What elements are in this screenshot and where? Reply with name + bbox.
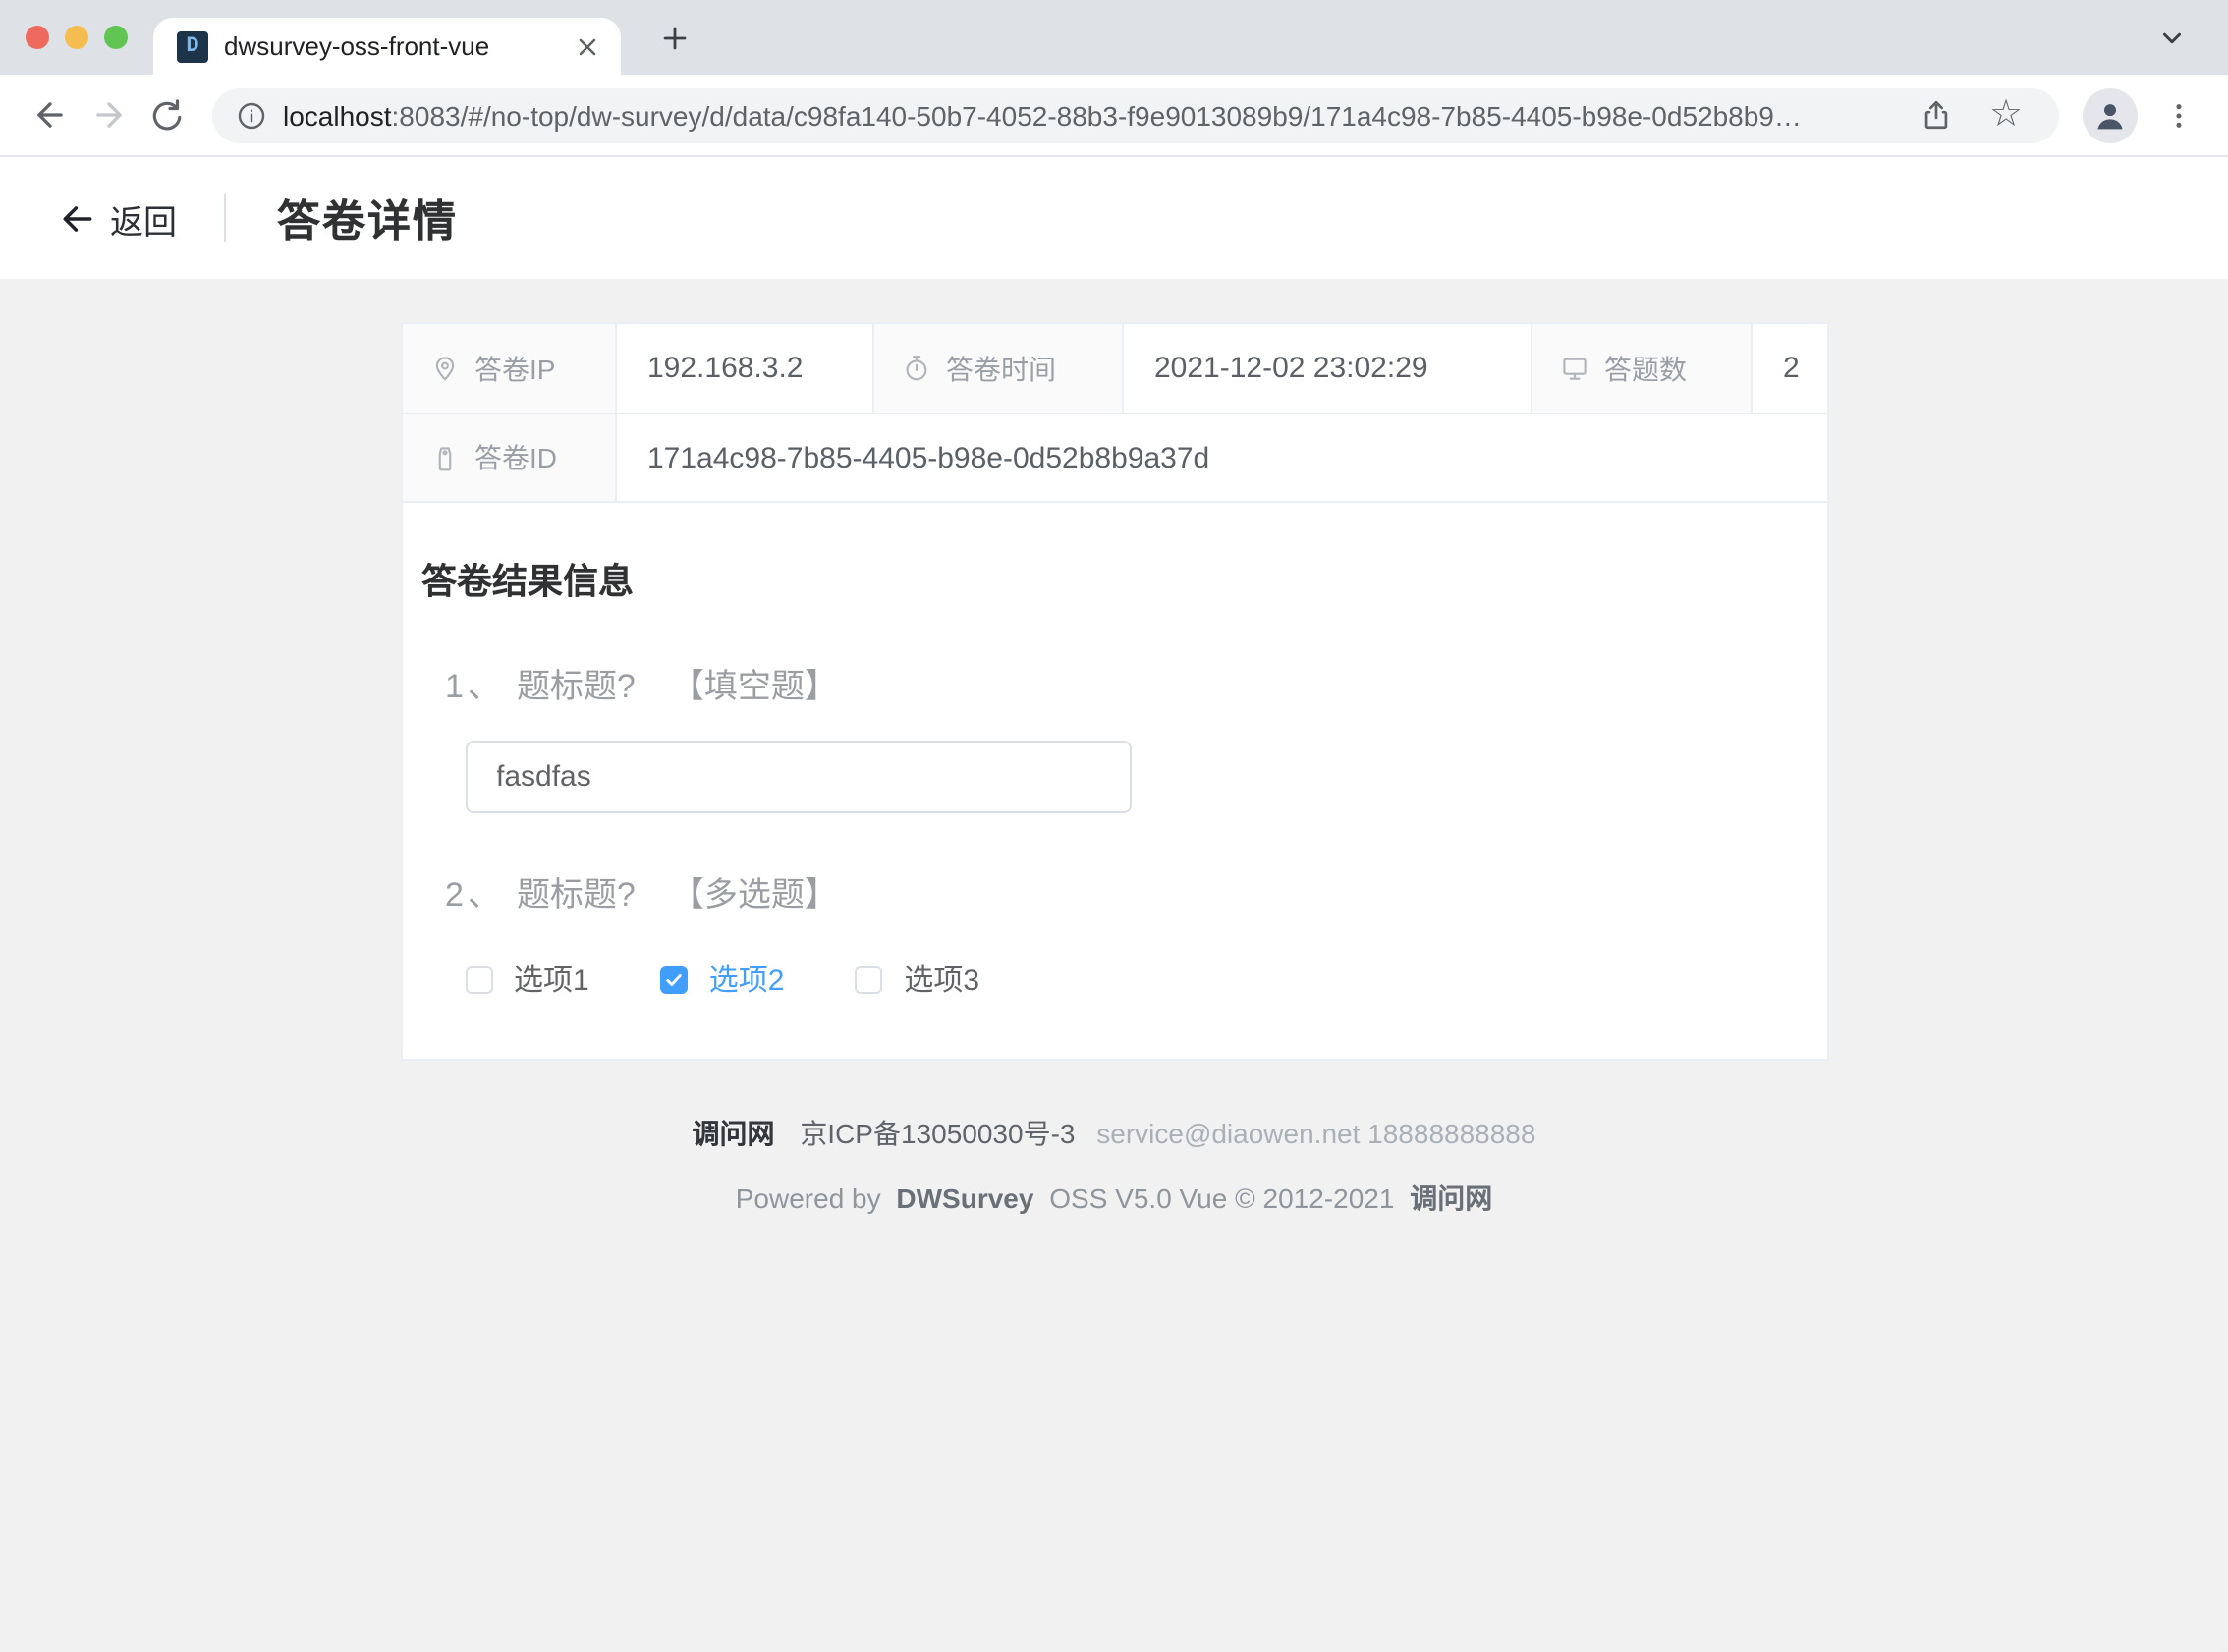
reload-icon[interactable]: [138, 85, 196, 144]
footer-legal-line: 调问网 京ICP备13050030号-3 service@diaowen.net…: [0, 1114, 2228, 1153]
page: 返回 答卷详情 答卷IP 192.168.3.2: [0, 157, 2228, 1652]
close-window-button[interactable]: [26, 26, 49, 49]
question-type-badge: 【填空题】: [671, 658, 838, 707]
page-title: 答卷详情: [277, 187, 458, 249]
option-label: 选项2: [709, 959, 785, 1000]
browser-toolbar: localhost:8083/#/no-top/dw-survey/d/data…: [0, 75, 2228, 157]
page-header: 返回 答卷详情: [0, 157, 2228, 279]
footer-site-link[interactable]: 调问网: [1410, 1183, 1492, 1214]
address-bar[interactable]: localhost:8083/#/no-top/dw-survey/d/data…: [212, 87, 2059, 142]
checkbox-option-group: 选项1 选项2 选项3: [465, 959, 1810, 1000]
ip-label-cell: 答卷IP: [402, 324, 616, 413]
back-button-label: 返回: [110, 193, 177, 243]
ip-label: 答卷IP: [474, 349, 555, 388]
time-value-cell: 2021-12-02 23:02:29: [1123, 324, 1532, 413]
time-label-cell: 答卷时间: [873, 324, 1123, 413]
footer-powered-line: Powered by DWSurvey OSS V5.0 Vue © 2012-…: [0, 1179, 2228, 1218]
question-number: 2、: [445, 866, 505, 915]
checkbox-option-3[interactable]: 选项3: [855, 959, 979, 1000]
forward-icon[interactable]: [79, 85, 138, 144]
answer-info-table: 答卷IP 192.168.3.2 答卷时间 2021-12-02 23:02:2…: [400, 322, 1828, 503]
count-label-cell: 答题数: [1532, 324, 1752, 413]
ip-value: 192.168.3.2: [647, 352, 804, 385]
footer-icp: 京ICP备13050030号-3: [800, 1118, 1075, 1149]
table-row: 答卷IP 192.168.3.2 答卷时间 2021-12-02 23:02:2…: [402, 324, 1826, 413]
tab-strip: D dwsurvey-oss-front-vue: [0, 0, 2228, 75]
answer-result-card: 答卷结果信息 1、 题标题? 【填空题】 2、 题标题? 【多选题】: [400, 503, 1828, 1061]
checkbox-unchecked-icon: [465, 965, 492, 993]
monitor-icon: [1559, 354, 1588, 383]
window-controls: [0, 0, 153, 75]
url-text: localhost:8083/#/no-top/dw-survey/d/data…: [283, 99, 1906, 131]
count-value-cell: 2: [1752, 324, 1826, 413]
question-2-header: 2、 题标题? 【多选题】: [445, 866, 1810, 915]
result-section-title: 答卷结果信息: [421, 554, 1810, 605]
checkbox-unchecked-icon: [855, 965, 882, 993]
profile-avatar[interactable]: [2083, 87, 2138, 142]
time-label: 答卷时间: [946, 349, 1056, 388]
footer-contact: service@diaowen.net 18888888888: [1096, 1118, 1535, 1149]
new-tab-button[interactable]: [641, 0, 707, 75]
bookmark-star-icon[interactable]: ☆: [1977, 85, 2035, 144]
page-footer: 调问网 京ICP备13050030号-3 service@diaowen.net…: [0, 1114, 2228, 1218]
question-type-badge: 【多选题】: [671, 866, 838, 915]
browser-window: D dwsurvey-oss-front-vue: [0, 0, 2228, 1652]
back-arrow-icon: [59, 199, 96, 237]
footer-dwsurvey-link[interactable]: DWSurvey: [896, 1183, 1033, 1214]
time-value: 2021-12-02 23:02:29: [1154, 352, 1428, 385]
question-1-header: 1、 题标题? 【填空题】: [445, 658, 1810, 707]
id-value-cell: 171a4c98-7b85-4405-b98e-0d52b8b9a37d: [616, 414, 1826, 501]
footer-powered-prefix: Powered by: [736, 1183, 881, 1214]
question-title: 题标题?: [517, 658, 636, 707]
url-host: localhost: [283, 99, 392, 131]
question-number: 1、: [445, 658, 505, 707]
tab-favicon: D: [177, 30, 208, 62]
back-button[interactable]: 返回: [59, 193, 177, 243]
tab-search-chevron-icon[interactable]: [2142, 0, 2200, 75]
option-label: 选项3: [904, 959, 979, 1000]
checkbox-option-2[interactable]: 选项2: [660, 959, 785, 1000]
tag-icon: [429, 443, 459, 472]
share-icon[interactable]: [1906, 85, 1965, 144]
minimize-window-button[interactable]: [65, 26, 88, 49]
id-label: 答卷ID: [474, 438, 557, 477]
option-label: 选项1: [514, 959, 589, 1000]
site-info-icon[interactable]: [236, 99, 267, 131]
count-value: 2: [1783, 352, 1800, 385]
browser-menu-kebab-icon[interactable]: [2149, 85, 2208, 144]
tab-close-icon[interactable]: [574, 32, 601, 60]
tab-title: dwsurvey-oss-front-vue: [224, 31, 574, 61]
header-divider: [224, 194, 226, 242]
maximize-window-button[interactable]: [104, 26, 128, 49]
content-area: 答卷IP 192.168.3.2 答卷时间 2021-12-02 23:02:2…: [0, 279, 2228, 1652]
checkbox-checked-icon: [660, 965, 688, 993]
location-pin-icon: [429, 354, 459, 383]
back-icon[interactable]: [20, 85, 79, 144]
fill-blank-answer-input[interactable]: [465, 741, 1131, 813]
url-path: :8083/#/no-top/dw-survey/d/data/c98fa140…: [392, 99, 1802, 131]
table-row: 答卷ID 171a4c98-7b85-4405-b98e-0d52b8b9a37…: [402, 413, 1826, 501]
id-label-cell: 答卷ID: [402, 414, 616, 501]
stopwatch-icon: [901, 354, 930, 383]
footer-version: OSS V5.0 Vue © 2012-2021: [1049, 1183, 1394, 1214]
count-label: 答题数: [1604, 349, 1687, 388]
footer-brand: 调问网: [693, 1118, 775, 1149]
browser-tab[interactable]: D dwsurvey-oss-front-vue: [153, 18, 621, 75]
checkbox-option-1[interactable]: 选项1: [465, 959, 589, 1000]
id-value: 171a4c98-7b85-4405-b98e-0d52b8b9a37d: [647, 441, 1209, 474]
question-title: 题标题?: [517, 866, 636, 915]
ip-value-cell: 192.168.3.2: [616, 324, 873, 413]
